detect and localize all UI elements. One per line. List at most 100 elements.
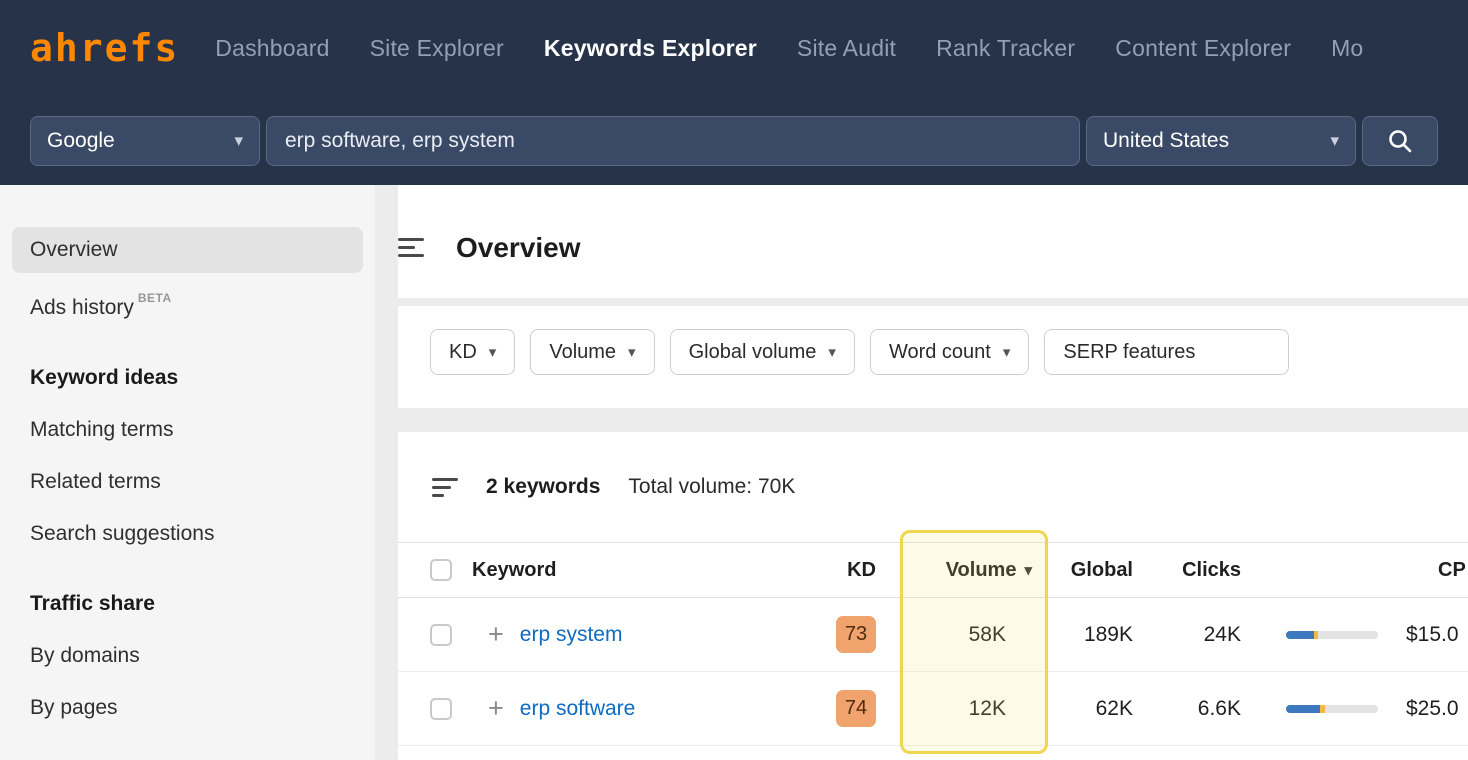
total-volume: Total volume: 70K (628, 475, 795, 499)
clicks-distribution-bar (1286, 631, 1378, 639)
sidebar-item-overview[interactable]: Overview (12, 227, 363, 273)
add-to-list-icon[interactable]: + (488, 695, 504, 722)
nav-content-explorer[interactable]: Content Explorer (1115, 35, 1291, 62)
select-all-checkbox[interactable] (430, 559, 452, 581)
title-section: Overview (398, 185, 1468, 298)
nav-rank-tracker[interactable]: Rank Tracker (936, 35, 1075, 62)
country-select[interactable]: United States ▾ (1086, 116, 1356, 166)
chevron-down-icon: ▾ (489, 343, 497, 361)
keyword-cell: + erp system (472, 621, 790, 648)
row-checkbox[interactable] (430, 624, 452, 646)
filter-volume[interactable]: Volume ▾ (530, 329, 654, 375)
ahrefs-logo[interactable]: ahrefs (30, 26, 179, 70)
filter-label: KD (449, 341, 477, 364)
volume-cell: 58K (876, 623, 1046, 647)
header-checkbox-cell (430, 559, 472, 581)
kd-cell: 73 (790, 616, 876, 653)
search-button[interactable] (1362, 116, 1438, 166)
main-panel: Overview KD ▾ Volume ▾ Global volume ▾ W… (398, 185, 1468, 760)
table-row: + erp software 74 12K 62K 6.6K $25.0 (398, 672, 1468, 746)
chevron-down-icon: ▾ (828, 343, 836, 361)
keywords-table: 2 keywords Total volume: 70K Keyword KD … (398, 432, 1468, 760)
nav-more[interactable]: Mo (1331, 35, 1363, 62)
top-navigation: ahrefs Dashboard Site Explorer Keywords … (0, 0, 1468, 185)
row-checkbox-cell (430, 624, 472, 646)
col-volume-label: Volume (946, 559, 1017, 582)
sidebar-item-by-pages[interactable]: By pages (12, 685, 363, 731)
sidebar-toggle-icon[interactable] (398, 238, 424, 257)
row-checkbox-cell (430, 698, 472, 720)
add-to-list-icon[interactable]: + (488, 621, 504, 648)
app-root: ahrefs Dashboard Site Explorer Keywords … (0, 0, 1468, 760)
keywords-count: 2 keywords (486, 475, 600, 499)
col-kd[interactable]: KD (790, 559, 876, 582)
kd-cell: 74 (790, 690, 876, 727)
clicks-cell: 24K (1176, 623, 1286, 647)
filter-serp-features[interactable]: SERP features (1044, 329, 1289, 375)
cpc-cell: $25.0 (1394, 697, 1468, 721)
col-cpc[interactable]: CP (1394, 559, 1468, 582)
filter-word-count[interactable]: Word count ▾ (870, 329, 1029, 375)
keyword-cell: + erp software (472, 695, 790, 722)
kd-badge: 74 (836, 690, 876, 727)
col-keyword[interactable]: Keyword (472, 559, 790, 582)
volume-cell: 12K (876, 697, 1046, 721)
table-header-row: Keyword KD Volume ▾ Global Clicks CP (398, 542, 1468, 598)
sort-desc-icon: ▾ (1024, 561, 1032, 579)
cpc-cell: $15.0 (1394, 623, 1468, 647)
bar-cell (1286, 631, 1394, 639)
col-global[interactable]: Global (1046, 559, 1176, 582)
col-volume[interactable]: Volume ▾ (876, 559, 1046, 582)
section-divider (398, 298, 1468, 306)
chevron-down-icon: ▾ (628, 343, 636, 361)
row-checkbox[interactable] (430, 698, 452, 720)
sidebar-item-label: Ads history (30, 296, 134, 319)
global-cell: 189K (1046, 623, 1176, 647)
nav-site-explorer[interactable]: Site Explorer (370, 35, 504, 62)
sidebar-item-matching-terms[interactable]: Matching terms (12, 407, 363, 453)
list-options-icon[interactable] (432, 478, 458, 497)
nav-keywords-explorer[interactable]: Keywords Explorer (544, 35, 757, 62)
bar-cell (1286, 705, 1394, 713)
sidebar-header-keyword-ideas: Keyword ideas (12, 355, 363, 401)
search-engine-value: Google (47, 129, 115, 153)
filter-global-volume[interactable]: Global volume ▾ (670, 329, 855, 375)
col-clicks[interactable]: Clicks (1176, 559, 1286, 582)
clicks-distribution-bar (1286, 705, 1378, 713)
sidebar-item-by-domains[interactable]: By domains (12, 633, 363, 679)
filter-label: Volume (549, 341, 616, 364)
chevron-down-icon: ▾ (1330, 131, 1339, 151)
sidebar-item-ads-history[interactable]: Ads history BETA (12, 279, 363, 331)
chevron-down-icon: ▾ (1003, 343, 1011, 361)
filter-label: Word count (889, 341, 991, 364)
kd-badge: 73 (836, 616, 876, 653)
sidebar-item-related-terms[interactable]: Related terms (12, 459, 363, 505)
sidebar-item-search-suggestions[interactable]: Search suggestions (12, 511, 363, 557)
content-area: Overview Ads history BETA Keyword ideas M… (0, 185, 1468, 760)
filter-label: Global volume (689, 341, 817, 364)
sidebar-header-traffic-share: Traffic share (12, 581, 363, 627)
section-divider (398, 408, 1468, 432)
beta-badge: BETA (138, 291, 172, 305)
search-engine-select[interactable]: Google ▾ (30, 116, 260, 166)
table-row: + erp system 73 58K 189K 24K $15.0 (398, 598, 1468, 672)
clicks-cell: 6.6K (1176, 697, 1286, 721)
page-title: Overview (456, 232, 581, 264)
keyword-link[interactable]: erp system (520, 623, 623, 647)
global-cell: 62K (1046, 697, 1176, 721)
table-toolbar: 2 keywords Total volume: 70K (398, 432, 1468, 542)
nav-dashboard[interactable]: Dashboard (215, 35, 329, 62)
filters-bar: KD ▾ Volume ▾ Global volume ▾ Word count… (398, 306, 1468, 408)
filter-kd[interactable]: KD ▾ (430, 329, 515, 375)
nav-row: ahrefs Dashboard Site Explorer Keywords … (0, 0, 1468, 96)
sidebar: Overview Ads history BETA Keyword ideas M… (0, 185, 375, 760)
keyword-link[interactable]: erp software (520, 697, 636, 721)
keywords-input[interactable] (266, 116, 1080, 166)
filter-label: SERP features (1063, 341, 1195, 364)
main-nav: Dashboard Site Explorer Keywords Explore… (215, 35, 1363, 62)
nav-site-audit[interactable]: Site Audit (797, 35, 896, 62)
search-icon (1387, 128, 1413, 154)
search-bar: Google ▾ United States ▾ (0, 96, 1468, 185)
chevron-down-icon: ▾ (234, 131, 243, 151)
country-value: United States (1103, 129, 1229, 153)
